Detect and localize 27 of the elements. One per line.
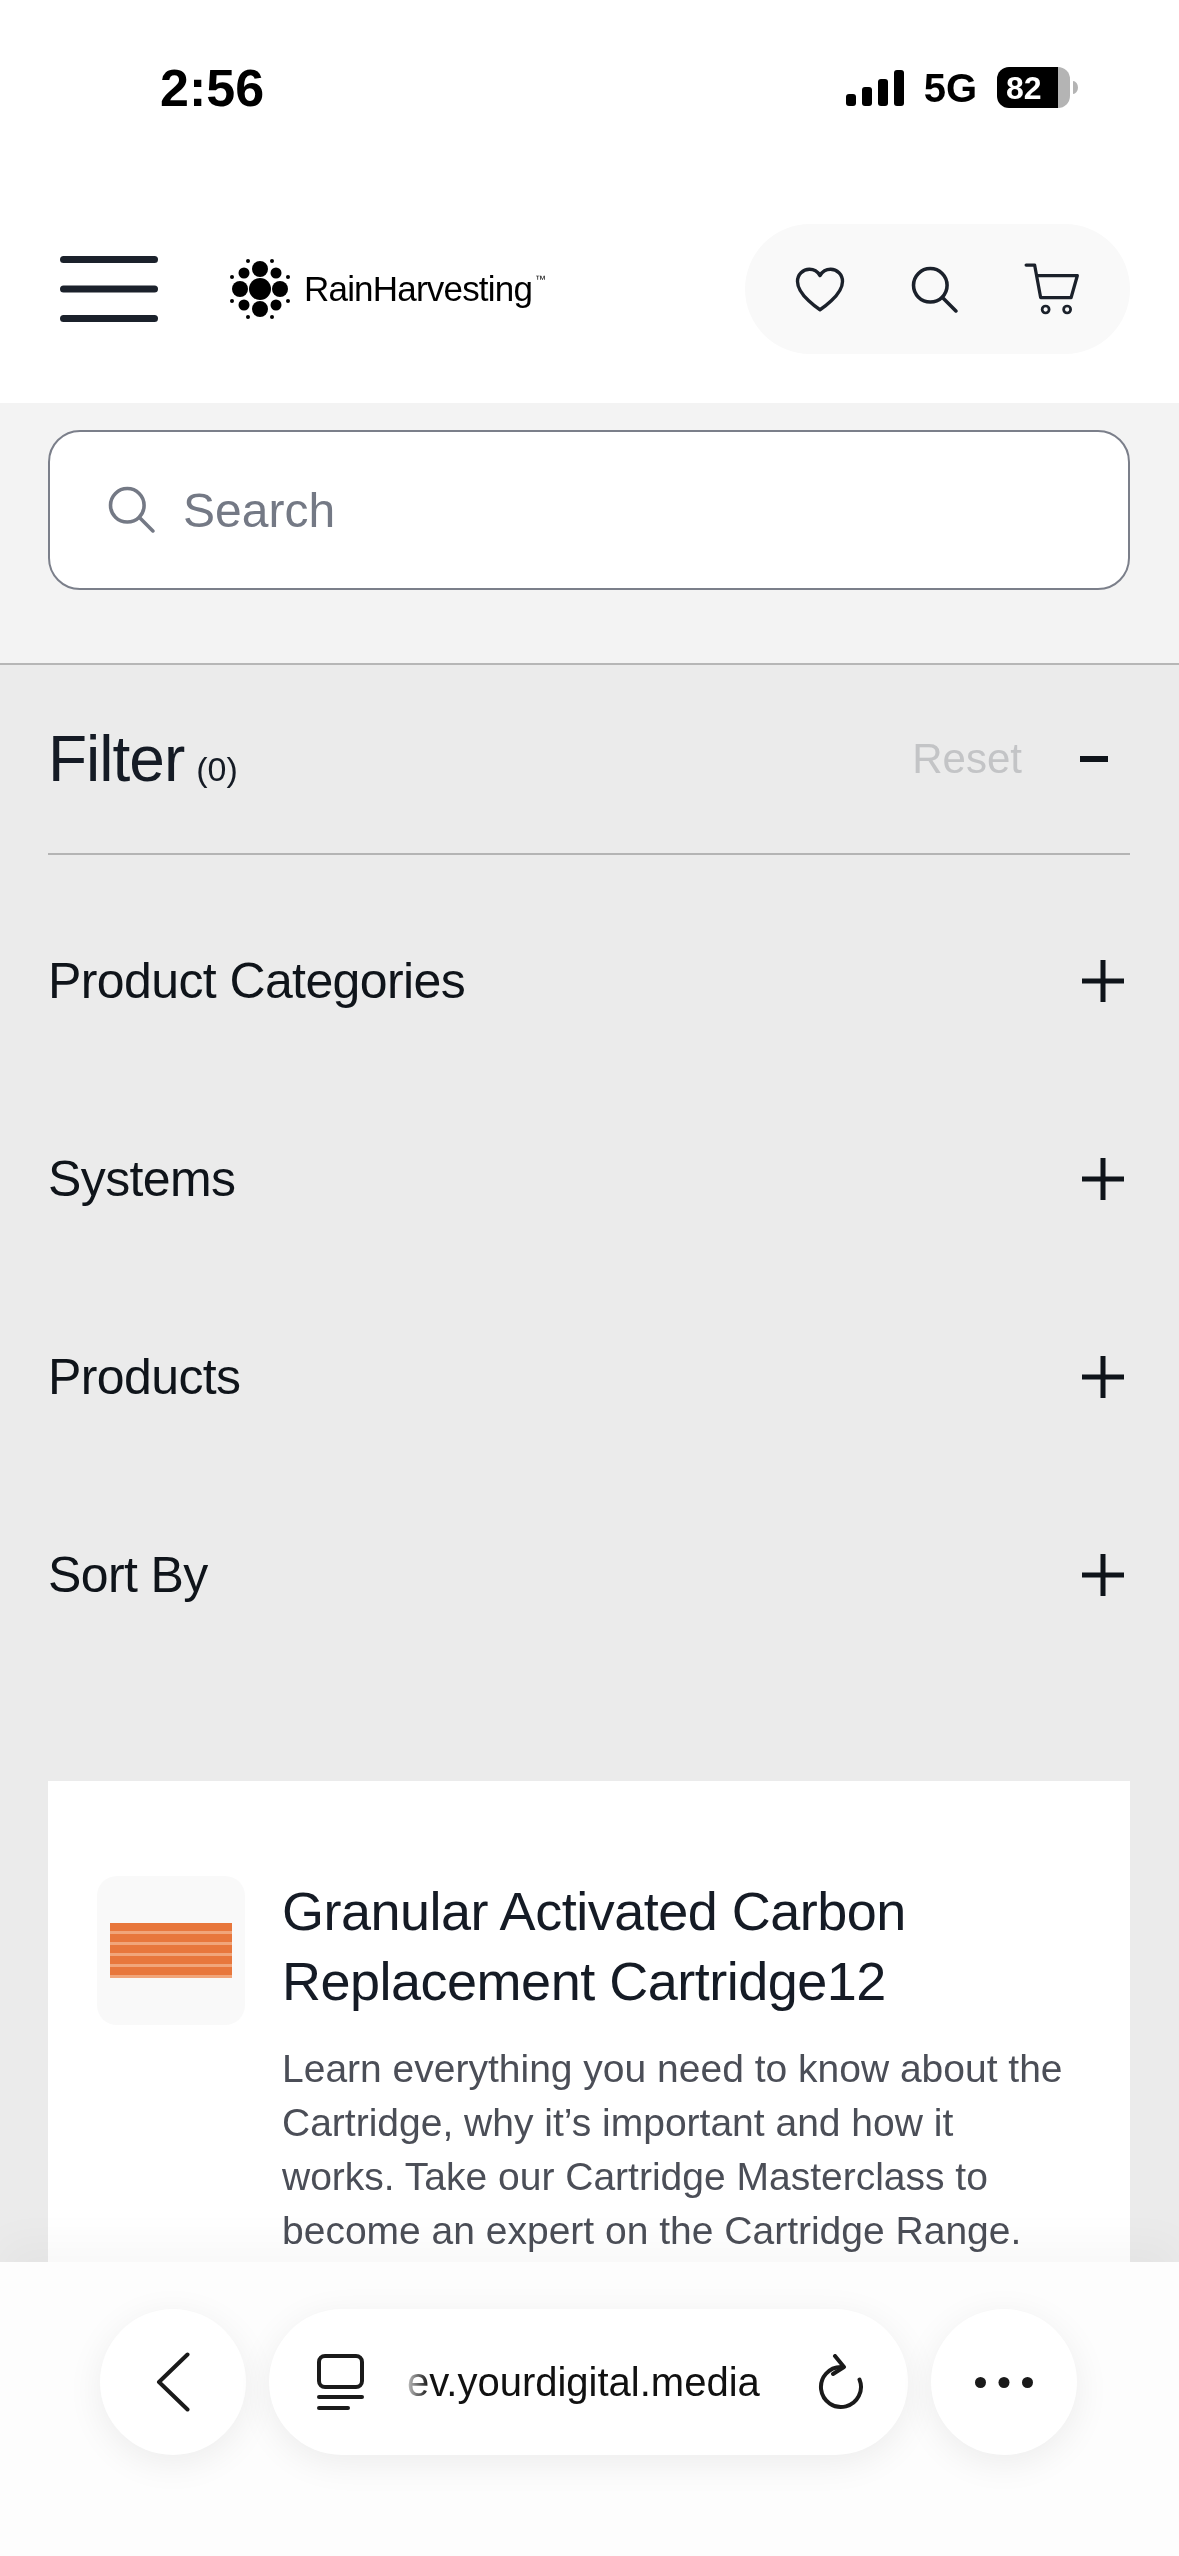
search-field[interactable]: Search <box>48 430 1130 590</box>
filter-title: Filter <box>48 722 185 796</box>
search-icon <box>108 486 155 533</box>
logo-link[interactable]: RainHarvesting$^{™}$ <box>230 259 547 319</box>
address-bar[interactable]: ev.yourdigital.media <box>269 2309 908 2455</box>
tab-overview-icon[interactable] <box>317 2354 364 2410</box>
logo-icon <box>230 259 290 319</box>
accordion-header[interactable]: Sort By <box>48 1476 1130 1674</box>
url-text[interactable]: ev.yourdigital.media <box>407 2359 760 2405</box>
battery-indicator: 82 <box>997 67 1070 108</box>
menu-icon[interactable] <box>60 256 158 322</box>
network-label: 5G <box>923 67 977 108</box>
chevron-left-icon <box>156 2352 190 2412</box>
filter-count: (0) <box>196 750 238 789</box>
product-title: Granular Activated Carbon Replacement Cartridge12 <box>282 1880 907 2013</box>
product-description: Learn everything you need to know about the Cartridge, why it’s important and how it works. Take our Cartridge Masterclass to become an expert on the Cartridge Range. <box>282 2046 1064 2254</box>
status-time: 2:56 <box>160 61 265 114</box>
signal-icon <box>845 69 904 106</box>
cart-icon[interactable] <box>1024 263 1080 315</box>
battery-tip-icon <box>1073 81 1078 94</box>
heart-icon[interactable] <box>795 266 845 312</box>
reload-icon[interactable] <box>817 2354 865 2410</box>
search-icon[interactable] <box>911 265 958 313</box>
accordion-header[interactable]: Products <box>48 1278 1130 1476</box>
accordion-header[interactable]: Product Categories <box>48 882 1130 1080</box>
ellipsis-icon <box>975 2376 1033 2388</box>
accordion-header[interactable]: Systems <box>48 1080 1130 1278</box>
